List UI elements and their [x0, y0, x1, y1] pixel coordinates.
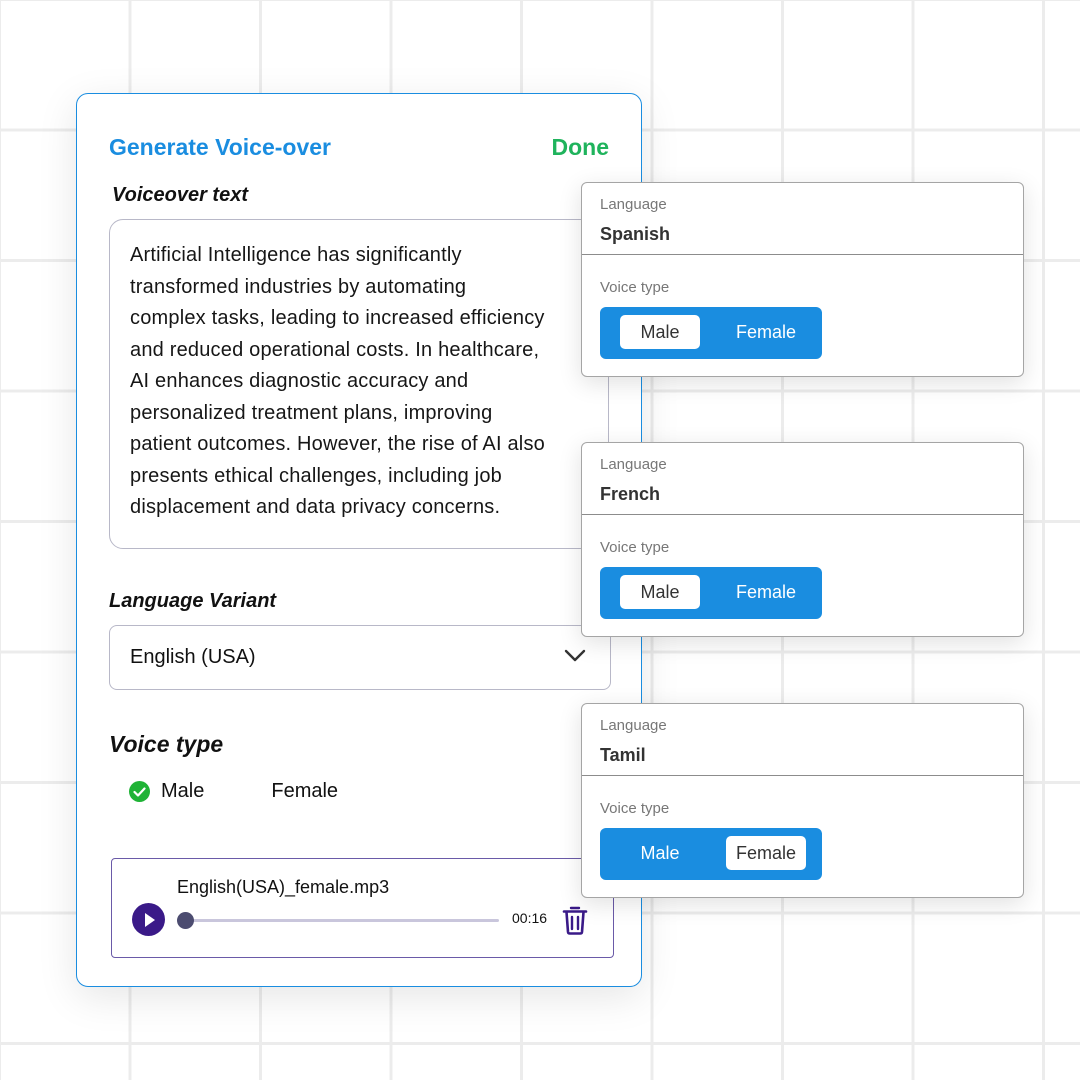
toggle-female[interactable]: Female [726, 315, 806, 349]
voiceover-line: and reduced operational costs. In health… [130, 338, 540, 361]
voice-type-heading: Voice type [109, 731, 224, 757]
card-language-value[interactable]: Tamil [600, 745, 646, 766]
voiceover-line: patient outcomes. However, the rise of A… [130, 433, 545, 455]
language-card-french: Language French Voice type Male Female [581, 442, 1024, 637]
card-language-label: Language [600, 717, 667, 734]
language-variant-value: English (USA) [130, 646, 256, 668]
voiceover-textarea[interactable]: Artificial Intelligence has significantl… [109, 219, 609, 549]
audio-file-name: English(USA)_female.mp3 [177, 877, 390, 897]
language-variant-label: Language Variant [109, 590, 277, 612]
voiceover-line: personalized treatment plans, improving [130, 401, 493, 424]
toggle-male[interactable]: Male [620, 836, 700, 870]
card-language-value[interactable]: Spanish [600, 224, 670, 245]
check-circle-icon [129, 781, 150, 802]
language-card-spanish: Language Spanish Voice type Male Female [581, 182, 1024, 377]
voiceover-line: displacement and data privacy concerns. [130, 496, 501, 518]
toggle-female[interactable]: Female [726, 836, 806, 870]
card-voice-type-label: Voice type [600, 539, 670, 556]
audio-duration: 00:16 [512, 910, 548, 926]
voice-option-male[interactable]: Male [129, 780, 204, 803]
progress-track[interactable] [177, 912, 499, 929]
toggle-male[interactable]: Male [620, 575, 700, 609]
delete-button[interactable] [562, 905, 588, 940]
voiceover-line: presents ethical challenges, including j… [130, 464, 502, 487]
voice-type-toggle: Male Female [600, 828, 822, 880]
voice-option-label: Female [271, 780, 339, 802]
voiceover-line: transformed industries by automating [130, 275, 467, 298]
voice-type-toggle: Male Female [600, 567, 822, 619]
voice-option-label: Male [161, 780, 205, 802]
toggle-female[interactable]: Female [726, 575, 806, 609]
trash-icon [562, 906, 588, 935]
voice-option-female[interactable]: Female [271, 780, 338, 803]
chevron-down-icon [564, 646, 586, 669]
card-voice-type-label: Voice type [600, 800, 670, 817]
voice-type-radio-group: Male Female [129, 780, 338, 803]
audio-player: English(USA)_female.mp3 00:16 [111, 858, 614, 958]
card-language-label: Language [600, 196, 667, 213]
voiceover-text-label: Voiceover text [112, 184, 248, 206]
progress-thumb[interactable] [177, 912, 194, 929]
voice-type-toggle: Male Female [600, 307, 822, 359]
card-language-value[interactable]: French [600, 484, 660, 505]
toggle-male[interactable]: Male [620, 315, 700, 349]
language-card-tamil: Language Tamil Voice type Male Female [581, 703, 1024, 898]
voiceover-line: AI enhances diagnostic accuracy and [130, 370, 469, 392]
card-voice-type-label: Voice type [600, 279, 670, 296]
voiceover-line: complex tasks, leading to increased effi… [130, 307, 545, 329]
voiceover-line: Artificial Intelligence has significantl… [130, 244, 462, 266]
play-icon [144, 912, 155, 927]
voiceover-panel: Generate Voice-over Done Voiceover text … [76, 93, 642, 987]
play-button[interactable] [132, 903, 165, 936]
panel-title: Generate Voice-over [109, 134, 332, 160]
language-variant-select[interactable]: English (USA) [109, 625, 611, 690]
done-button[interactable]: Done [552, 134, 610, 161]
card-language-label: Language [600, 456, 667, 473]
